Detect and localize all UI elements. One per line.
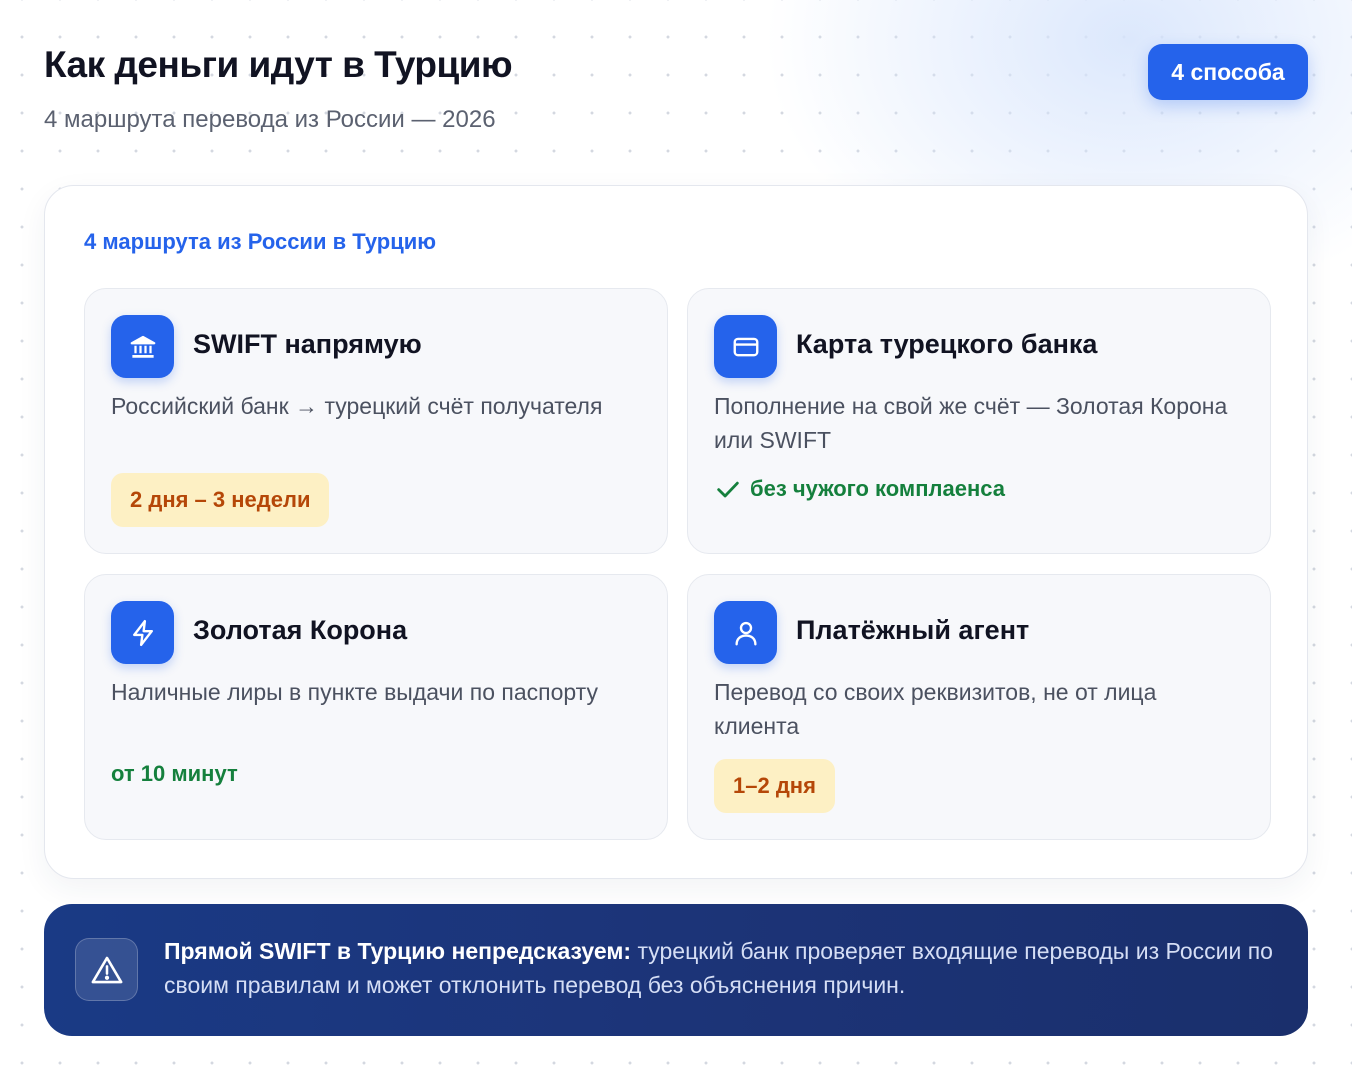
route-title: Платёжный агент — [796, 615, 1030, 645]
route-title: Золотая Корона — [193, 615, 408, 645]
compliance-note: без чужого комплаенса — [714, 475, 1005, 503]
notice-text: Прямой SWIFT в Турцию непредсказуем: тур… — [164, 934, 1274, 1002]
page-title: Как деньги идут в Турцию — [44, 44, 513, 85]
route-title: Карта турецкого банка — [796, 329, 1098, 359]
warning-notice: Прямой SWIFT в Турцию непредсказуем: тур… — [44, 904, 1308, 1036]
routes-card: 4 маршрута из России в Турцию SWIFT напр… — [44, 185, 1308, 879]
check-icon — [717, 481, 739, 498]
route-description: Российский банк → турецкий счёт получате… — [111, 393, 603, 419]
route-card-turkish-card: Карта турецкого банка Пополнение на свой… — [687, 288, 1271, 554]
duration-badge: 1–2 дня — [714, 759, 835, 813]
route-card-swift: SWIFT напрямую Российский банк → турецки… — [84, 288, 668, 554]
card-icon — [714, 315, 777, 378]
routes-heading: 4 маршрута из России в Турцию — [84, 229, 437, 254]
route-description: Наличные лиры в пункте выдачи по паспорт… — [111, 679, 598, 705]
route-title: SWIFT напрямую — [193, 329, 422, 359]
bank-icon — [111, 315, 174, 378]
route-description: Перевод со своих реквизитов, не от лица … — [714, 679, 1157, 739]
warning-icon — [75, 938, 138, 1001]
user-icon — [714, 601, 777, 664]
compliance-note-text: без чужого комплаенса — [750, 476, 1005, 501]
notice-emphasis: Прямой SWIFT в Турцию непредсказуем: — [164, 938, 632, 964]
route-card-zolotaya-korona: Золотая Корона Наличные лиры в пункте вы… — [84, 574, 668, 840]
lightning-icon — [111, 601, 174, 664]
route-card-payment-agent: Платёжный агент Перевод со своих реквизи… — [687, 574, 1271, 840]
route-description: Пополнение на свой же счёт — Золотая Кор… — [714, 393, 1228, 453]
count-badge: 4 способа — [1148, 44, 1308, 100]
duration-note: от 10 минут — [111, 761, 238, 786]
page-subtitle: 4 маршрута перевода из России — 2026 — [44, 106, 496, 133]
duration-badge: 2 дня – 3 недели — [111, 473, 330, 527]
